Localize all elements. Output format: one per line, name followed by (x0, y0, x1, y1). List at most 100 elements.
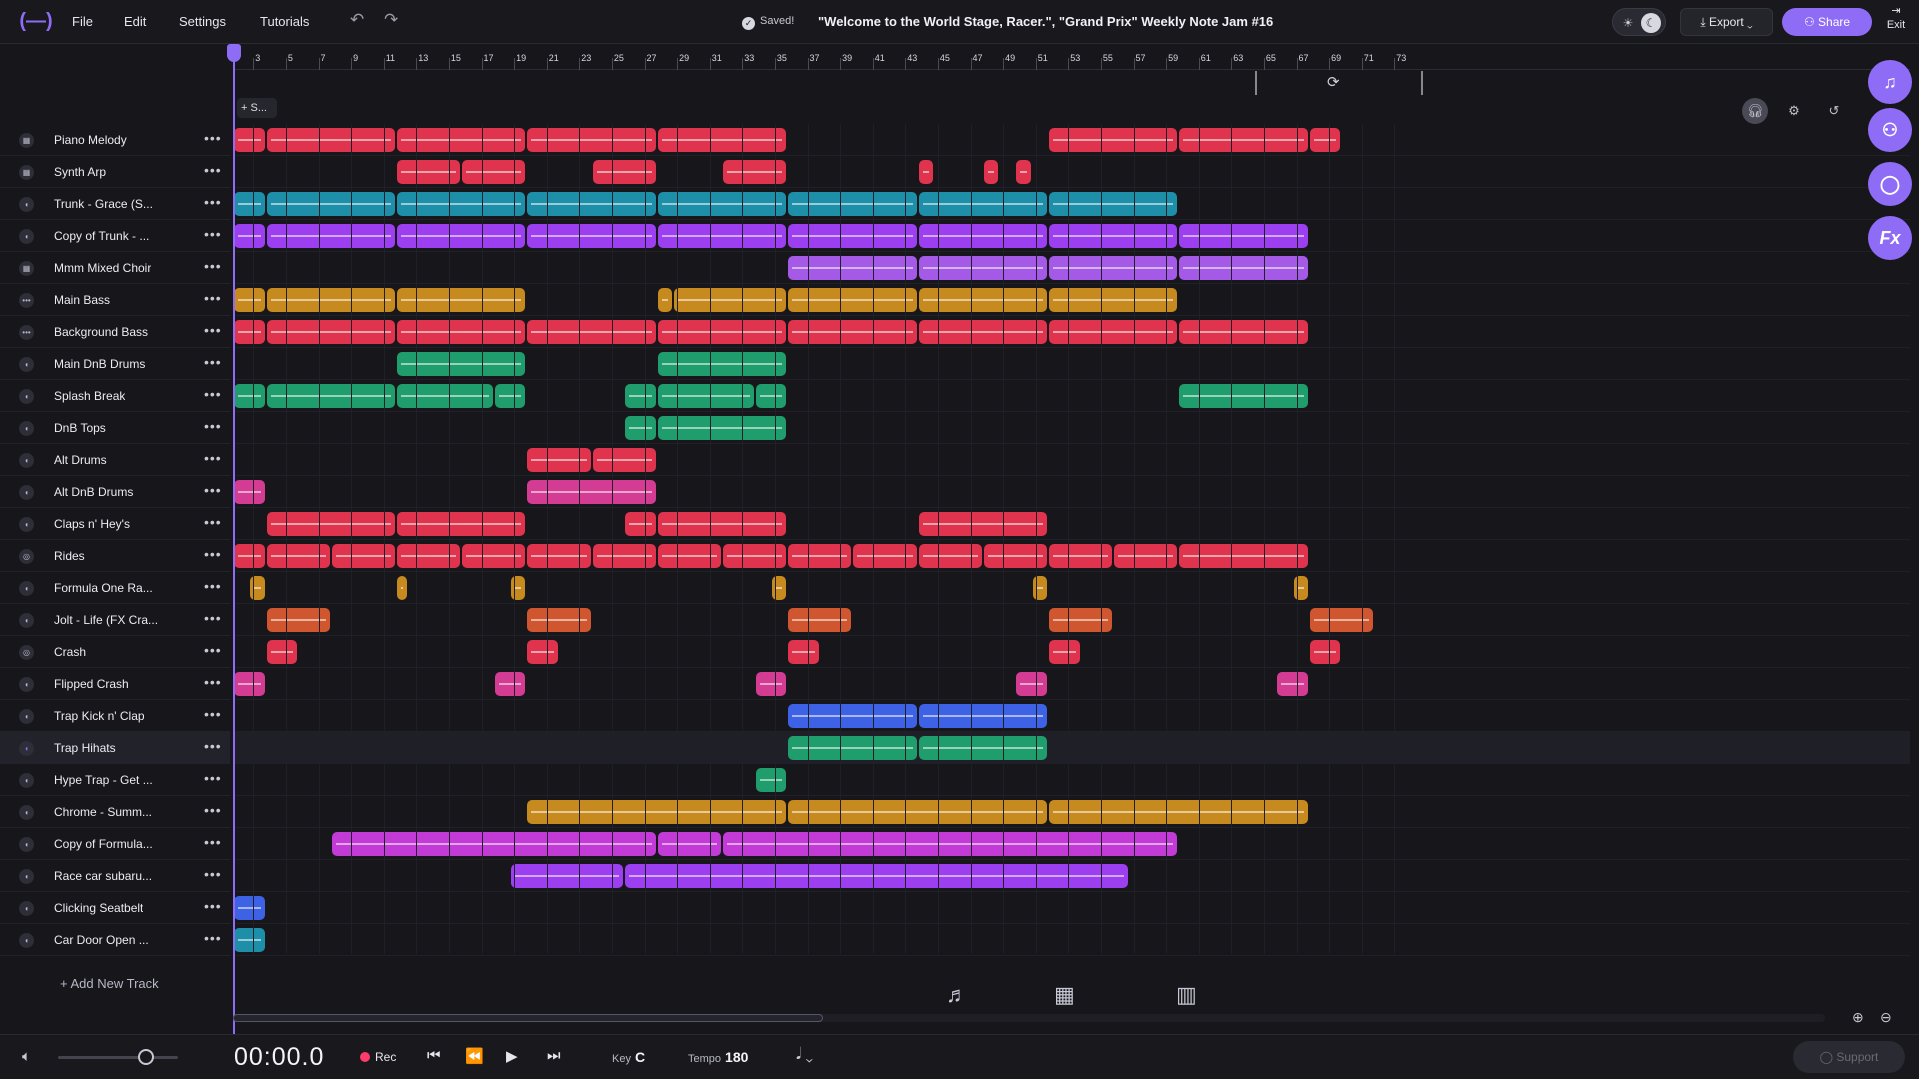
track-row[interactable]: ◎ Rides ••• (0, 540, 230, 572)
track-lane[interactable] (233, 124, 1910, 156)
track-row[interactable]: ◖ Flipped Crash ••• (0, 668, 230, 700)
audio-clip[interactable] (918, 544, 982, 568)
audio-clip[interactable] (1016, 160, 1031, 184)
track-name[interactable]: Crash (54, 645, 86, 659)
track-name[interactable]: Alt Drums (54, 453, 107, 467)
audio-clip[interactable] (1049, 608, 1113, 632)
track-lane[interactable] (233, 636, 1910, 668)
track-row[interactable]: ◖ Trap Hihats ••• (0, 732, 230, 764)
track-menu-icon[interactable]: ••• (204, 706, 222, 722)
audio-clip[interactable] (625, 864, 1129, 888)
track-name[interactable]: Piano Melody (54, 133, 127, 147)
audio-clip[interactable] (234, 288, 265, 312)
track-name[interactable]: Trap Kick n' Clap (54, 709, 145, 723)
track-row[interactable]: ◖ Hype Trap - Get ... ••• (0, 764, 230, 796)
audio-clip[interactable] (788, 640, 819, 664)
track-name[interactable]: Copy of Trunk - ... (54, 229, 149, 243)
wave-icon[interactable]: ◖ (19, 581, 34, 596)
track-name[interactable]: Clicking Seatbelt (54, 901, 143, 915)
wave-icon[interactable]: ◖ (19, 453, 34, 468)
audio-clip[interactable] (723, 832, 1178, 856)
zoom-in-icon[interactable]: ⊕ (1852, 1009, 1864, 1026)
theme-toggle[interactable]: ☀ ☾ (1612, 8, 1666, 36)
track-menu-icon[interactable]: ••• (204, 514, 222, 530)
track-row[interactable]: ▦ Mmm Mixed Choir ••• (0, 252, 230, 284)
drum-icon[interactable]: ◎ (19, 645, 34, 660)
share-button[interactable]: ⚇ Share (1782, 8, 1872, 36)
track-row[interactable]: ◖ Chrome - Summ... ••• (0, 796, 230, 828)
audio-clip[interactable] (494, 672, 526, 696)
scroll-thumb[interactable] (233, 1014, 823, 1022)
audio-clip[interactable] (234, 928, 265, 952)
audio-clip[interactable] (723, 160, 787, 184)
track-menu-icon[interactable]: ••• (204, 642, 222, 658)
wave-icon[interactable]: ◖ (19, 805, 34, 820)
track-lanes[interactable] (233, 124, 1910, 956)
audio-clip[interactable] (266, 544, 330, 568)
track-lane[interactable] (233, 700, 1910, 732)
track-row[interactable]: ◖ Clicking Seatbelt ••• (0, 892, 230, 924)
audio-clip[interactable] (657, 384, 754, 408)
track-row[interactable]: ▦ Synth Arp ••• (0, 156, 230, 188)
wave-icon[interactable]: ◖ (19, 709, 34, 724)
audio-clip[interactable] (592, 544, 656, 568)
notation-view-icon[interactable]: ♬ (946, 982, 968, 1008)
track-lane[interactable] (233, 316, 1910, 348)
project-title[interactable]: "Welcome to the World Stage, Racer.", "G… (818, 14, 1273, 29)
track-menu-icon[interactable]: ••• (204, 130, 222, 146)
track-name[interactable]: Copy of Formula... (54, 837, 153, 851)
wave-icon[interactable]: ◖ (19, 421, 34, 436)
playhead[interactable] (227, 44, 241, 1034)
audio-clip[interactable] (462, 160, 526, 184)
track-menu-icon[interactable]: ••• (204, 482, 222, 498)
track-row[interactable]: ◖ Car Door Open ... ••• (0, 924, 230, 956)
audio-clip[interactable] (234, 128, 265, 152)
audio-clip[interactable] (1049, 640, 1080, 664)
wave-icon[interactable]: ◖ (19, 741, 34, 756)
audio-clip[interactable] (1114, 544, 1178, 568)
wave-icon[interactable]: ◖ (19, 357, 34, 372)
track-menu-icon[interactable]: ••• (204, 546, 222, 562)
grid-icon[interactable]: ▦ (19, 165, 34, 180)
audio-clip[interactable] (234, 480, 265, 504)
audio-clip[interactable] (592, 160, 656, 184)
audio-clip[interactable] (1309, 128, 1341, 152)
audio-clip[interactable] (1016, 672, 1047, 696)
track-menu-icon[interactable]: ••• (204, 354, 222, 370)
zoom-out-icon[interactable]: ⊖ (1880, 1009, 1892, 1026)
audio-clip[interactable] (983, 160, 999, 184)
track-menu-icon[interactable]: ••• (204, 834, 222, 850)
audio-clip[interactable] (1309, 608, 1373, 632)
audio-clip[interactable] (527, 800, 787, 824)
track-lane[interactable] (233, 572, 1910, 604)
track-row[interactable]: ◖ Splash Break ••• (0, 380, 230, 412)
audio-clip[interactable] (592, 448, 656, 472)
track-lane[interactable] (233, 188, 1910, 220)
track-menu-icon[interactable]: ••• (204, 386, 222, 402)
track-row[interactable]: ◖ Alt Drums ••• (0, 444, 230, 476)
volume-icon[interactable]: 🔈︎ (22, 1048, 31, 1065)
audio-clip[interactable] (625, 416, 656, 440)
track-lane[interactable] (233, 284, 1910, 316)
audio-clip[interactable] (527, 608, 591, 632)
wave-icon[interactable]: ◖ (19, 837, 34, 852)
audio-clip[interactable] (331, 544, 395, 568)
wave-icon[interactable]: ◖ (19, 229, 34, 244)
audio-clip[interactable] (723, 544, 787, 568)
audio-clip[interactable] (234, 384, 265, 408)
track-name[interactable]: DnB Tops (54, 421, 106, 435)
track-lane[interactable] (233, 348, 1910, 380)
track-row[interactable]: ◖ Trap Kick n' Clap ••• (0, 700, 230, 732)
track-menu-icon[interactable]: ••• (204, 258, 222, 274)
audio-clip[interactable] (234, 320, 265, 344)
track-menu-icon[interactable]: ••• (204, 418, 222, 434)
loop-icon[interactable]: ⟳ (1327, 73, 1340, 91)
wave-icon[interactable]: ◖ (19, 869, 34, 884)
wave-icon[interactable]: ◖ (19, 677, 34, 692)
audio-clip[interactable] (788, 800, 1047, 824)
volume-slider[interactable] (58, 1056, 178, 1059)
audio-clip[interactable] (788, 544, 852, 568)
track-lane[interactable] (233, 220, 1910, 252)
track-menu-icon[interactable]: ••• (204, 226, 222, 242)
track-lane[interactable] (233, 924, 1910, 956)
